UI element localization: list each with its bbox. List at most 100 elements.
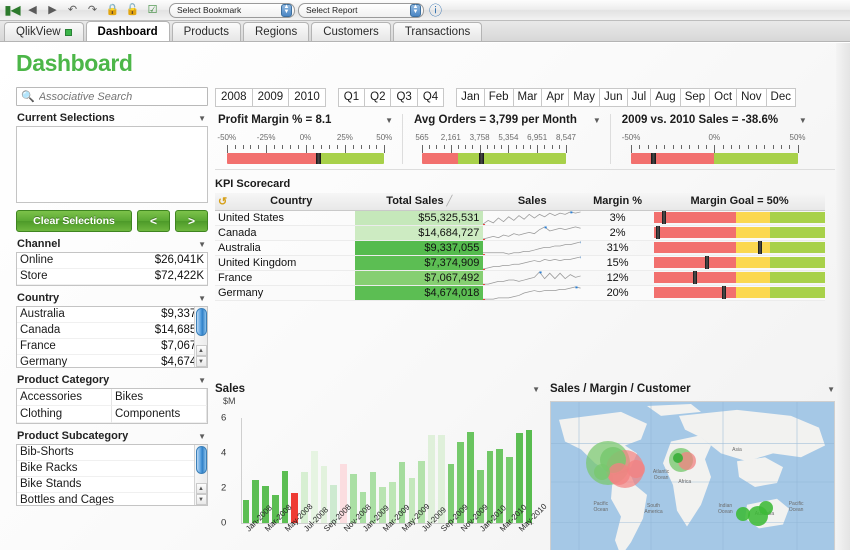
unlock-icon[interactable]: 🔓 (124, 2, 141, 19)
kpi-country[interactable]: United Kingdom (215, 255, 355, 270)
month-chip-aug[interactable]: Aug (650, 88, 680, 107)
product-subcategory-listbox[interactable]: Bib-ShortsBike RacksBike StandsBottles a… (16, 444, 208, 506)
month-chip-jul[interactable]: Jul (627, 88, 652, 107)
redo-icon[interactable]: ↷ (84, 2, 101, 19)
sort-icon[interactable]: ╱ (444, 196, 453, 207)
table-row[interactable]: United Kingdom$7,374,90915% (215, 255, 825, 270)
current-selections-box[interactable] (16, 126, 208, 203)
chevron-down-icon[interactable]: ▼ (593, 116, 601, 125)
chevron-down-icon[interactable]: ▼ (198, 240, 206, 249)
month-chip-apr[interactable]: Apr (541, 88, 569, 107)
map-bubble[interactable] (759, 501, 773, 515)
tab-dashboard[interactable]: Dashboard (86, 21, 170, 41)
list-item[interactable]: Bib-Shorts (17, 445, 207, 461)
clear-icon[interactable]: ☑ (144, 2, 161, 19)
gauge-header[interactable]: Avg Orders = 3,799 per Month▼ (414, 114, 601, 126)
current-selections-header[interactable]: Current Selections ▼ (16, 106, 208, 126)
table-row[interactable]: United States$55,325,5313% (215, 210, 825, 225)
quarter-chip-q2[interactable]: Q2 (364, 88, 391, 107)
scroll-up-icon[interactable]: ▲ (196, 483, 207, 494)
list-item[interactable]: Australia$9,337K (17, 307, 207, 323)
month-chip-may[interactable]: May (568, 88, 600, 107)
list-item[interactable]: Components (112, 406, 207, 423)
undo-icon[interactable]: ↶ (64, 2, 81, 19)
month-chip-sep[interactable]: Sep (680, 88, 710, 107)
bookmark-select[interactable]: Select Bookmark ▲▼ (169, 3, 295, 18)
kpi-country[interactable]: France (215, 270, 355, 285)
channel-header[interactable]: Channel ▼ (16, 232, 208, 252)
bookmark-spinner-icon[interactable]: ▲▼ (281, 4, 292, 17)
tab-regions[interactable]: Regions (243, 22, 309, 41)
chart-bar[interactable] (243, 500, 250, 523)
help-icon[interactable]: ⓘ (427, 2, 444, 19)
kpi-col-country[interactable]: ↺Country (215, 193, 355, 210)
country-listbox[interactable]: Australia$9,337KCanada$14,685KFrance$7,0… (16, 306, 208, 368)
kpi-col-margin[interactable]: Margin % (581, 193, 654, 210)
kpi-col-margin-goal[interactable]: Margin Goal = 50% (654, 193, 825, 210)
chevron-down-icon[interactable]: ▼ (198, 376, 206, 385)
report-spinner-icon[interactable]: ▲▼ (410, 4, 421, 17)
list-item[interactable]: Bike Racks (17, 461, 207, 477)
gauge-header[interactable]: 2009 vs. 2010 Sales = -38.6%▼ (622, 114, 807, 126)
previous-selection-button[interactable]: < (137, 210, 170, 232)
tab-qlikview[interactable]: QlikView (4, 22, 84, 41)
month-chip-mar[interactable]: Mar (513, 88, 543, 107)
month-chip-nov[interactable]: Nov (736, 88, 766, 107)
month-chip-jun[interactable]: Jun (599, 88, 628, 107)
kpi-country[interactable]: Germany (215, 285, 355, 300)
month-chip-oct[interactable]: Oct (709, 88, 737, 107)
tab-products[interactable]: Products (172, 22, 241, 41)
table-row[interactable]: Australia$9,337,05531% (215, 240, 825, 255)
product-subcategory-header[interactable]: Product Subcategory ▼ (16, 424, 208, 444)
table-row[interactable]: Germany$4,674,01820% (215, 285, 825, 300)
table-row[interactable]: Canada$14,684,7272% (215, 225, 825, 240)
vertical-scrollbar[interactable]: ▲▼ (194, 307, 207, 367)
list-item[interactable]: Bike Stands (17, 477, 207, 493)
chevron-down-icon[interactable]: ▼ (385, 116, 393, 125)
list-item[interactable]: Online$26,041K (17, 253, 207, 269)
vertical-scrollbar[interactable]: ▲▼ (194, 445, 207, 505)
forward-icon[interactable]: ▶ (44, 2, 61, 19)
scrollbar-thumb[interactable] (196, 446, 207, 474)
kpi-country[interactable]: United States (215, 210, 355, 225)
sales-chart-header[interactable]: Sales ▼ (215, 383, 540, 395)
product-category-header[interactable]: Product Category ▼ (16, 368, 208, 388)
kpi-country[interactable]: Canada (215, 225, 355, 240)
world-map[interactable]: Google AsiaAfricaSouth AmericaAtlantic O… (550, 401, 835, 550)
month-chip-feb[interactable]: Feb (484, 88, 514, 107)
chevron-down-icon[interactable]: ▼ (799, 116, 807, 125)
kpi-col-total-sales[interactable]: Total Sales ╱ (355, 193, 483, 210)
search-box[interactable]: 🔍 (16, 87, 208, 106)
list-item[interactable]: Canada$14,685K (17, 323, 207, 339)
scroll-down-icon[interactable]: ▼ (196, 356, 207, 367)
year-chip-2009[interactable]: 2009 (252, 88, 290, 107)
chevron-down-icon[interactable]: ▼ (198, 432, 206, 441)
scroll-down-icon[interactable]: ▼ (196, 494, 207, 505)
month-chip-dec[interactable]: Dec (766, 88, 796, 107)
scroll-up-icon[interactable]: ▲ (196, 345, 207, 356)
list-item[interactable]: Accessories (17, 389, 112, 406)
scrollbar-thumb[interactable] (196, 308, 207, 336)
country-header[interactable]: Country ▼ (16, 286, 208, 306)
quarter-chip-q1[interactable]: Q1 (338, 88, 365, 107)
sales-bar-chart[interactable]: 0246Jan-2008Mar-2008May-2008Jul-2008Sep-… (215, 406, 540, 550)
list-item[interactable]: Store$72,422K (17, 269, 207, 285)
search-input[interactable] (39, 91, 203, 103)
channel-listbox[interactable]: Online$26,041KStore$72,422K (16, 252, 208, 286)
kpi-col-sales[interactable]: Sales (483, 193, 581, 210)
year-chip-2010[interactable]: 2010 (288, 88, 326, 107)
chevron-down-icon[interactable]: ▼ (198, 114, 206, 123)
chevron-down-icon[interactable]: ▼ (532, 385, 540, 394)
chevron-down-icon[interactable]: ▼ (827, 385, 835, 394)
lock-icon[interactable]: 🔒 (104, 2, 121, 19)
list-item[interactable]: France$7,067K (17, 339, 207, 355)
clear-selections-button[interactable]: Clear Selections (16, 210, 132, 232)
kpi-country[interactable]: Australia (215, 240, 355, 255)
quarter-chip-q4[interactable]: Q4 (417, 88, 444, 107)
back-icon[interactable]: ◀ (24, 2, 41, 19)
tab-customers[interactable]: Customers (311, 22, 391, 41)
list-item[interactable]: Bottles and Cages (17, 493, 207, 506)
year-chip-2008[interactable]: 2008 (215, 88, 253, 107)
map-bubble[interactable] (627, 460, 645, 478)
quarter-chip-q3[interactable]: Q3 (390, 88, 417, 107)
